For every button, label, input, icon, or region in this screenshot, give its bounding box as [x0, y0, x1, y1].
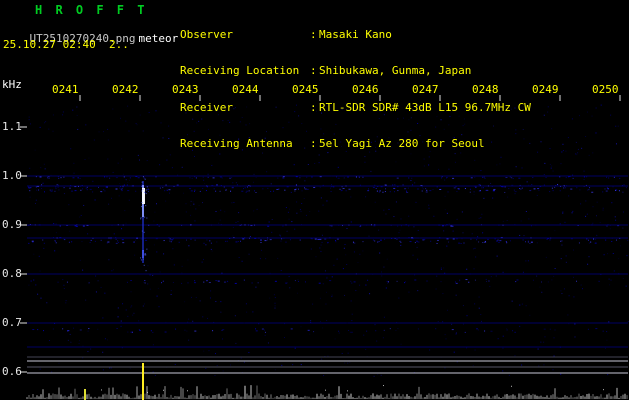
time-tick-label: 0241 [52, 83, 79, 96]
separator: : [310, 137, 317, 151]
time-tick-label: 0245 [292, 83, 319, 96]
app-title: H R O F F T [35, 3, 148, 17]
time-tick-label: 0250 [592, 83, 619, 96]
info-value: 5el Yagi Az 280 for Seoul [319, 137, 485, 151]
time-tick-label: 0242 [112, 83, 139, 96]
time-tick-label: 0243 [172, 83, 199, 96]
level-reference-lines [27, 356, 628, 374]
separator: : [310, 28, 317, 41]
info-row-location: Receiving Location: Shibukawa, Gunma, Jap… [180, 65, 531, 77]
time-tick-label: 0248 [472, 83, 499, 96]
info-label: Receiver [180, 100, 233, 114]
freq-tick-label: 1.1 [2, 120, 22, 133]
time-tick-label: 0247 [412, 83, 439, 96]
info-label: Receiving Location [180, 64, 300, 78]
freq-tick-label: 0.6 [2, 365, 22, 378]
info-value: Masaki Kano [319, 28, 392, 41]
freq-tick-label: 0.8 [2, 267, 22, 280]
freq-tick-label: 0.7 [2, 316, 22, 329]
time-tick-label: 0249 [532, 83, 559, 96]
info-label: Receiving Antenna [180, 137, 293, 151]
info-row-receiver: Receiver: RTL-SDR SDR# 43dB L15 96.7MHz C… [180, 100, 531, 114]
hrofft-output: H R O F F T UT2510270240.png meteor 25.10… [0, 0, 629, 400]
info-row-antenna: Receiving Antenna:5el Yagi Az 280 for Se… [180, 137, 531, 151]
datetime-label: 25.10.27 02:40 2.. [3, 38, 129, 51]
meteor-echo-streak [140, 176, 148, 272]
separator: : [310, 64, 317, 78]
freq-tick-label: 0.9 [2, 218, 22, 231]
noise-bands [27, 176, 629, 333]
freq-tick-label: 1.0 [2, 169, 22, 182]
info-value: RTL-SDR SDR# 43dB L15 96.7MHz CW [319, 100, 531, 114]
info-row-observer: Observer: Masaki Kano [180, 28, 531, 41]
separator: : [310, 100, 317, 114]
time-tick-label: 0244 [232, 83, 259, 96]
mode-label: meteor [138, 32, 179, 45]
noise-level-trace [26, 385, 628, 399]
info-label: Observer [180, 28, 233, 41]
noise-faint-lines [27, 175, 628, 348]
time-tick-label: 0246 [352, 83, 379, 96]
echo-level-spikes [84, 363, 144, 400]
info-value: Shibukawa, Gunma, Japan [319, 64, 472, 78]
freq-unit-label: kHz [2, 78, 22, 91]
